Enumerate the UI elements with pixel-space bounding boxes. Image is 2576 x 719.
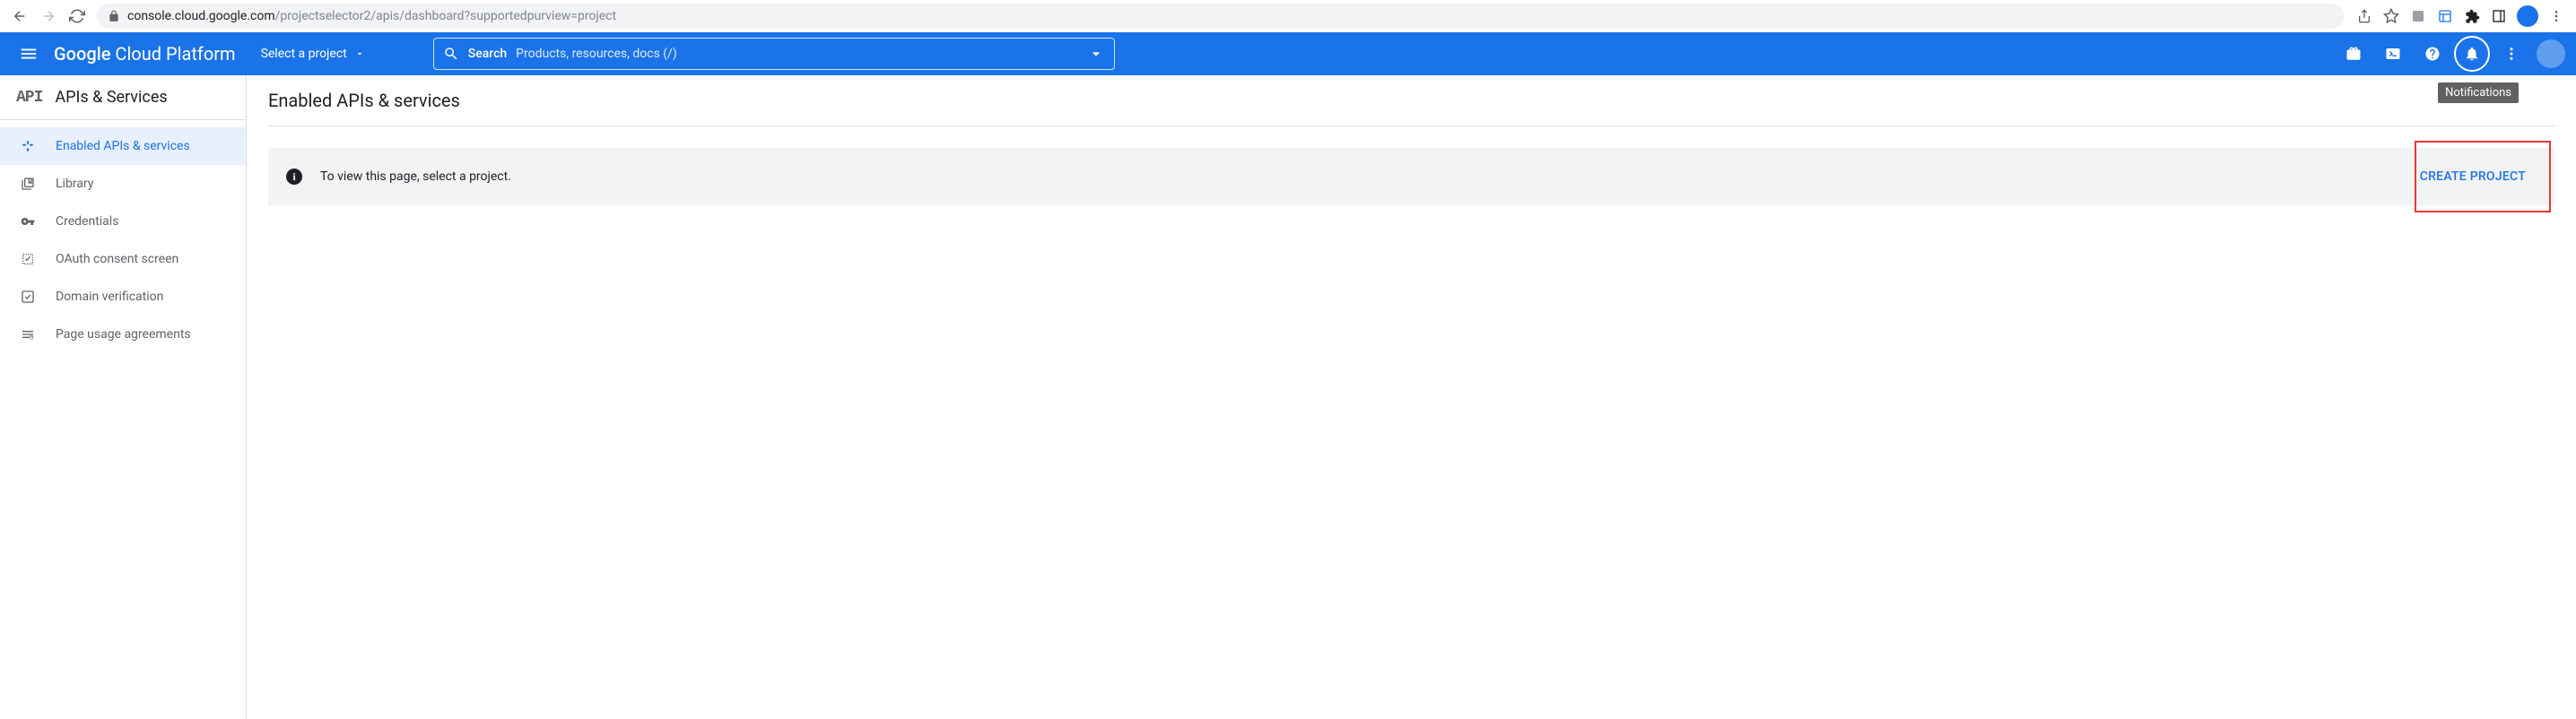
gift-icon[interactable] (2336, 36, 2371, 72)
notifications-tooltip: Notifications (2438, 82, 2519, 103)
share-icon[interactable] (2352, 4, 2377, 29)
sidebar-item-label: Page usage agreements (56, 327, 191, 342)
page-title: Enabled APIs & services (268, 90, 2554, 111)
library-icon (20, 176, 36, 192)
project-selector-label: Select a project (261, 47, 347, 61)
help-icon[interactable] (2415, 36, 2450, 72)
sidebar-item-library[interactable]: Library (0, 165, 246, 203)
bookmark-icon[interactable] (2379, 4, 2404, 29)
sidebar-item-label: Domain verification (56, 290, 163, 304)
sidebar-section-title: APIs & Services (55, 88, 167, 107)
sidebar-item-label: Enabled APIs & services (56, 139, 190, 153)
banner-text: To view this page, select a project. (320, 169, 511, 184)
dropdown-icon (354, 48, 365, 59)
cloud-shell-icon[interactable] (2375, 36, 2411, 72)
project-selector[interactable]: Select a project (254, 47, 372, 61)
sidebar-item-label: Library (56, 177, 93, 191)
sidebar-item-oauth[interactable]: OAuth consent screen (0, 240, 246, 278)
lock-icon (108, 10, 120, 22)
url-text: console.cloud.google.com/projectselector… (127, 9, 616, 23)
sidebar-item-label: Credentials (56, 214, 118, 229)
dashboard-icon (20, 138, 36, 154)
sidebar: API APIs & Services Enabled APIs & servi… (0, 75, 247, 719)
search-label: Search (468, 47, 507, 61)
info-icon: i (286, 169, 302, 185)
gcp-logo[interactable]: Google Cloud Platform (54, 43, 236, 65)
info-banner: i To view this page, select a project. C… (268, 148, 2554, 205)
agreements-icon (20, 326, 36, 342)
chrome-menu-icon[interactable] (2544, 4, 2569, 29)
sidebar-item-credentials[interactable]: Credentials (0, 203, 246, 240)
search-box[interactable]: Search Products, resources, docs (/) (433, 38, 1115, 70)
browser-chrome: console.cloud.google.com/projectselector… (0, 0, 2576, 32)
extensions-icon[interactable] (2459, 4, 2485, 29)
search-placeholder: Products, resources, docs (/) (516, 47, 1078, 61)
reload-button[interactable] (65, 4, 90, 29)
account-avatar[interactable] (2537, 39, 2565, 68)
chevron-down-icon (1087, 45, 1105, 63)
check-icon (20, 289, 36, 305)
extension-1-icon[interactable] (2406, 4, 2431, 29)
back-button[interactable] (7, 4, 32, 29)
sidebar-item-domain[interactable]: Domain verification (0, 278, 246, 316)
main-content: Enabled APIs & services i To view this p… (247, 75, 2576, 719)
panel-icon[interactable] (2486, 4, 2511, 29)
sidebar-item-enabled-apis[interactable]: Enabled APIs & services (0, 127, 246, 165)
sidebar-item-agreements[interactable]: Page usage agreements (0, 316, 246, 353)
profile-avatar[interactable] (2517, 5, 2538, 27)
create-project-button[interactable]: CREATE PROJECT (2409, 162, 2537, 191)
api-logo-icon: API (16, 89, 42, 107)
nav-menu-button[interactable] (11, 36, 47, 72)
notifications-button[interactable] (2454, 36, 2490, 72)
sidebar-item-label: OAuth consent screen (56, 252, 178, 266)
header-more-icon[interactable] (2493, 36, 2529, 72)
gcp-header: Google Cloud Platform Select a project S… (0, 32, 2576, 75)
key-icon (20, 213, 36, 230)
extension-2-icon[interactable] (2432, 4, 2458, 29)
address-bar[interactable]: console.cloud.google.com/projectselector… (97, 4, 2345, 29)
consent-icon (20, 251, 36, 267)
bell-icon (2464, 46, 2480, 62)
search-icon (443, 46, 459, 62)
sidebar-header: API APIs & Services (0, 75, 246, 120)
forward-button[interactable] (36, 4, 61, 29)
